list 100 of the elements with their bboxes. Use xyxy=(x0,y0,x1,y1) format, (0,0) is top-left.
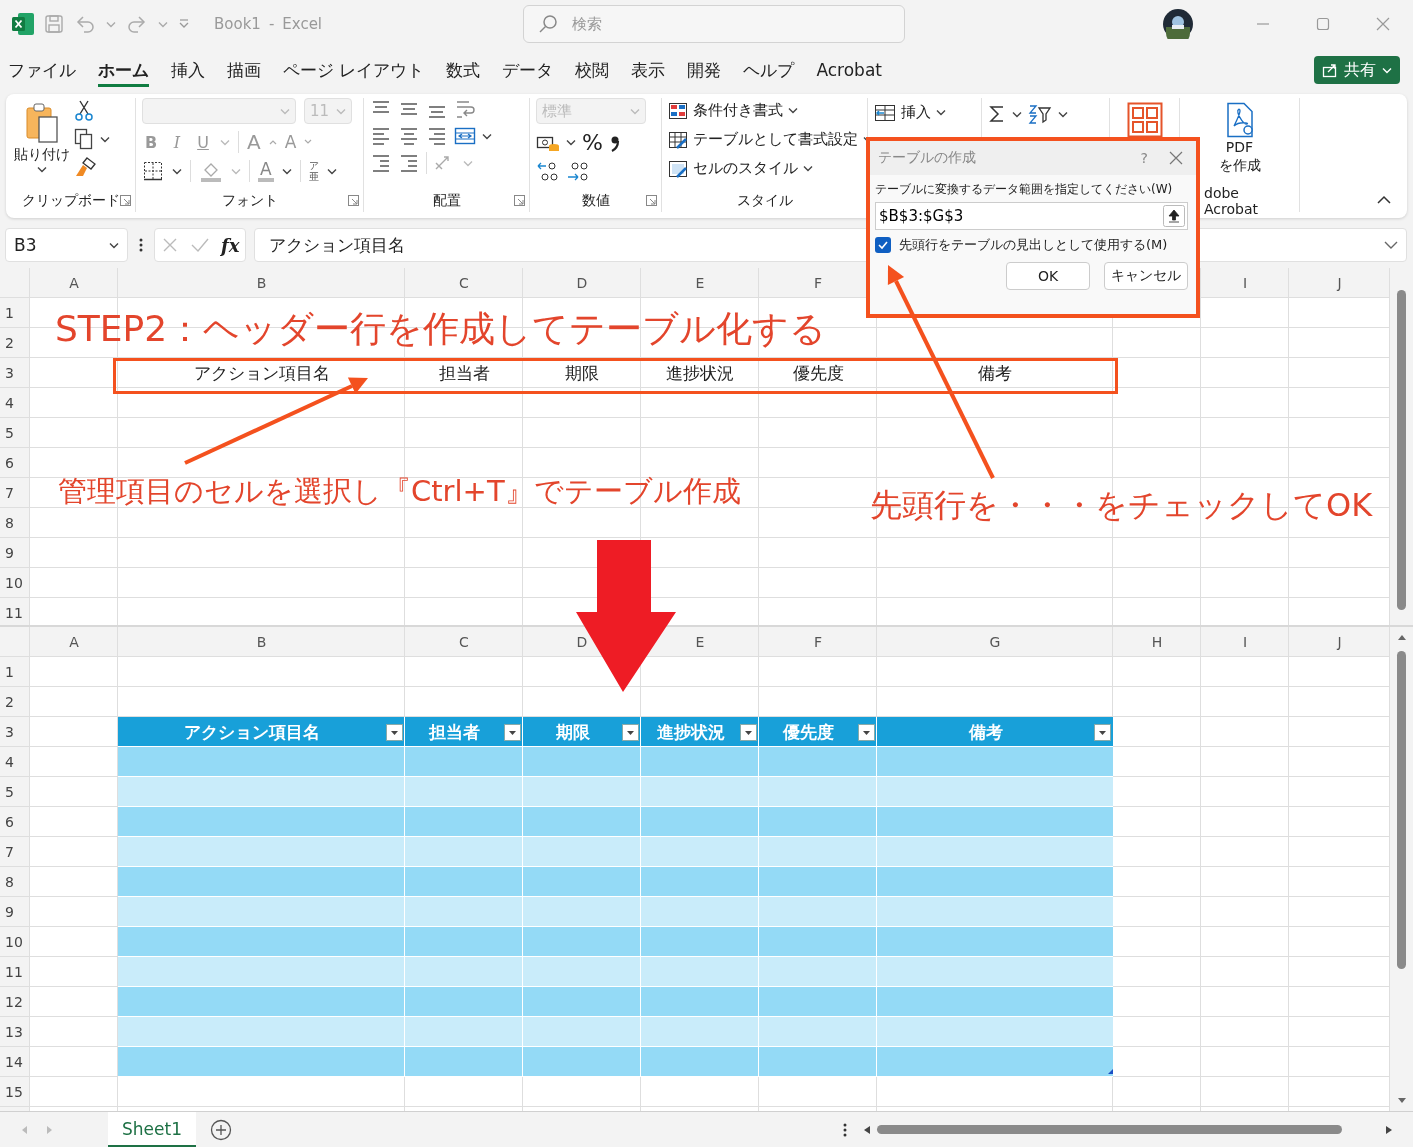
scroll-right-icon[interactable] xyxy=(1385,1124,1393,1135)
merge-cells-icon[interactable] xyxy=(454,126,476,146)
name-box[interactable]: B3 xyxy=(5,228,128,262)
expand-formula-icon[interactable] xyxy=(1384,240,1398,250)
filter-dropdown-icon[interactable] xyxy=(504,723,521,741)
filter-dropdown-icon[interactable] xyxy=(386,723,403,741)
row-number[interactable]: 15 xyxy=(5,1084,23,1100)
dialog-launcher-icon[interactable] xyxy=(348,195,359,206)
row-number[interactable]: 4 xyxy=(5,395,14,411)
row-number[interactable]: 11 xyxy=(5,964,23,980)
caret-icon[interactable] xyxy=(172,167,182,175)
row-number[interactable]: 10 xyxy=(5,575,23,591)
row-number[interactable]: 6 xyxy=(5,455,14,471)
row-number[interactable]: 4 xyxy=(5,754,14,770)
dialog-launcher-icon[interactable] xyxy=(120,195,131,206)
column-header[interactable]: A xyxy=(69,634,79,650)
menu-tab[interactable]: ホーム xyxy=(90,52,160,88)
cell-text[interactable]: 担当者 xyxy=(438,361,490,385)
font-color-button[interactable]: A xyxy=(258,160,274,182)
format-painter-icon[interactable] xyxy=(74,156,98,178)
caret-icon[interactable] xyxy=(1058,110,1068,118)
menu-tab[interactable]: データ xyxy=(494,52,565,88)
menu-tab[interactable]: 挿入 xyxy=(163,52,216,88)
increase-decimal-icon[interactable] xyxy=(536,161,560,183)
caret-icon[interactable] xyxy=(788,107,798,114)
avatar[interactable] xyxy=(1163,9,1193,39)
caret-icon[interactable] xyxy=(326,167,337,175)
menu-tab[interactable]: ページ レイアウト xyxy=(275,52,436,88)
caret-icon[interactable] xyxy=(566,139,576,146)
column-header[interactable]: G xyxy=(989,634,1001,650)
sum-icon[interactable] xyxy=(988,104,1006,124)
column-header[interactable]: E xyxy=(695,275,705,291)
menu-tab[interactable]: 表示 xyxy=(623,52,677,88)
row-number[interactable]: 13 xyxy=(5,1024,23,1040)
filter-dropdown-icon[interactable] xyxy=(858,723,875,741)
style-menu-button[interactable]: セルのスタイル xyxy=(668,159,813,178)
vertical-scrollbar[interactable] xyxy=(1390,627,1413,1111)
column-header[interactable]: C xyxy=(459,275,469,291)
caret-icon[interactable] xyxy=(37,166,47,173)
row-number[interactable]: 9 xyxy=(5,545,14,561)
undo-icon[interactable] xyxy=(74,14,96,34)
copy-icon[interactable] xyxy=(74,128,94,150)
row-number[interactable]: 2 xyxy=(5,335,14,351)
row-number[interactable]: 7 xyxy=(5,485,14,501)
row-number[interactable]: 2 xyxy=(5,694,14,710)
insert-button[interactable]: 挿入 xyxy=(874,103,946,122)
row-number[interactable]: 7 xyxy=(5,844,14,860)
column-header[interactable]: I xyxy=(1242,275,1248,291)
scrollbar-thumb[interactable] xyxy=(1397,651,1406,969)
column-header[interactable]: B xyxy=(256,634,267,650)
ok-button[interactable]: OK xyxy=(1006,262,1090,290)
scroll-down-icon[interactable] xyxy=(1396,1097,1407,1105)
row-number[interactable]: 8 xyxy=(5,874,14,890)
menu-tab[interactable]: 開発 xyxy=(679,52,733,88)
menu-tab[interactable]: 数式 xyxy=(438,52,492,88)
caret-icon[interactable] xyxy=(482,132,492,140)
range-input[interactable]: $B$3:$G$3 xyxy=(876,206,1163,226)
dialog-launcher-icon[interactable] xyxy=(514,195,525,206)
filter-dropdown-icon[interactable] xyxy=(740,723,757,741)
borders-icon[interactable] xyxy=(142,160,164,182)
scroll-up-icon[interactable] xyxy=(1396,633,1407,641)
column-header[interactable]: D xyxy=(576,634,588,650)
align-left-icon[interactable] xyxy=(370,126,392,146)
more-icon[interactable] xyxy=(841,1121,849,1138)
scissors-icon[interactable] xyxy=(74,100,94,122)
cell-text[interactable]: アクション項目名 xyxy=(193,361,330,385)
filter-dropdown-icon[interactable] xyxy=(1094,723,1111,741)
row-number[interactable]: 5 xyxy=(5,784,14,800)
row-number[interactable]: 11 xyxy=(5,605,23,621)
vertical-scrollbar[interactable] xyxy=(1390,268,1413,625)
column-header[interactable]: B xyxy=(256,275,267,291)
collapse-ribbon-icon[interactable] xyxy=(1377,195,1391,204)
decrease-decimal-icon[interactable] xyxy=(566,161,590,183)
menu-tab[interactable]: 校閲 xyxy=(567,52,621,88)
sheet-tab[interactable]: Sheet1 xyxy=(108,1112,196,1147)
search-input[interactable]: 検索 xyxy=(570,14,874,34)
dialog-launcher-icon[interactable] xyxy=(646,195,657,206)
column-header[interactable]: H xyxy=(1151,634,1163,650)
column-header[interactable]: F xyxy=(813,634,823,650)
checkbox[interactable] xyxy=(875,237,891,253)
checkbox-label[interactable]: 先頭行をテーブルの見出しとして使用する(M) xyxy=(899,236,1168,254)
caret-icon[interactable] xyxy=(803,165,813,172)
row-number[interactable]: 3 xyxy=(5,365,14,381)
row-number[interactable]: 3 xyxy=(5,724,14,740)
scrollbar-thumb[interactable] xyxy=(1397,290,1406,610)
row-number[interactable]: 1 xyxy=(5,305,14,321)
row-number[interactable]: 9 xyxy=(5,904,14,920)
collapse-dialog-icon[interactable] xyxy=(1163,205,1185,227)
search-field[interactable]: 検索 xyxy=(523,5,905,43)
caret-icon[interactable] xyxy=(100,135,110,143)
column-header[interactable]: E xyxy=(695,634,705,650)
column-header[interactable]: I xyxy=(1242,634,1248,650)
add-in-icon[interactable] xyxy=(1126,102,1163,138)
cancel-button[interactable]: キャンセル xyxy=(1104,262,1188,290)
percent-button[interactable]: % xyxy=(582,130,603,155)
column-header[interactable]: F xyxy=(813,275,823,291)
column-header[interactable]: J xyxy=(1337,634,1342,650)
paste-button[interactable]: 貼り付け xyxy=(14,98,70,173)
menu-tab[interactable]: Acrobat xyxy=(808,54,893,86)
row-number[interactable]: 5 xyxy=(5,425,14,441)
